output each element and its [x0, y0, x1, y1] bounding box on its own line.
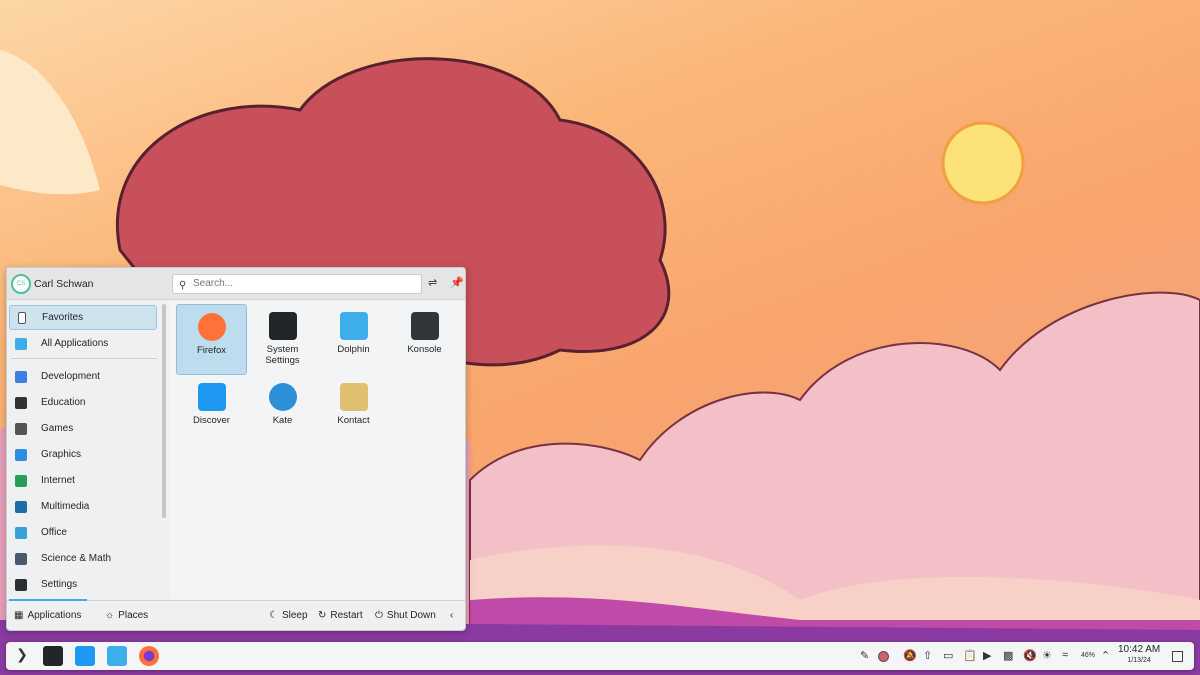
menu-header: CS Carl Schwan ⚲ Search... ⇌ 📌	[7, 268, 465, 300]
battery-indicator[interactable]: 46%	[1081, 652, 1095, 659]
sidebar-item-development[interactable]: Development	[9, 364, 157, 389]
taskbar-dolphin-icon[interactable]	[107, 646, 127, 666]
sidebar-item-favorites[interactable]: Favorites	[9, 305, 157, 330]
category-icon	[15, 396, 27, 409]
sidebar-item-education[interactable]: Education	[9, 390, 157, 415]
sidebar-item-graphics[interactable]: Graphics	[9, 442, 157, 467]
sidebar-item-settings[interactable]: Settings	[9, 572, 157, 597]
vault-icon[interactable]: ▩	[1003, 649, 1013, 662]
media-player-icon[interactable]: ▶	[983, 649, 991, 662]
app-tile-system-settings[interactable]: System Settings	[247, 304, 318, 375]
category-icon	[18, 311, 26, 324]
app-tile-kontact[interactable]: Kontact	[318, 375, 389, 446]
category-icon	[15, 578, 27, 591]
sleep-icon: ☾	[269, 610, 278, 621]
taskbar-discover-icon[interactable]	[75, 646, 95, 666]
tab-applications[interactable]: ▦ Applications	[14, 610, 81, 621]
category-icon	[15, 422, 27, 435]
application-launcher-menu: CS Carl Schwan ⚲ Search... ⇌ 📌 Favorites A…	[6, 267, 466, 631]
sidebar-item-internet[interactable]: Internet	[9, 468, 157, 493]
active-tab-indicator	[9, 599, 87, 601]
sidebar-item-science-math[interactable]: Science & Math	[9, 546, 157, 571]
category-icon	[15, 474, 27, 487]
compass-icon: ☼	[105, 610, 115, 621]
app-tile-discover[interactable]: Discover	[176, 375, 247, 446]
search-icon: ⚲	[179, 280, 187, 291]
search-input[interactable]: ⚲ Search...	[172, 274, 422, 294]
user-avatar[interactable]: CS	[11, 274, 31, 294]
app-tile-kate[interactable]: Kate	[247, 375, 318, 446]
category-icon	[15, 552, 27, 565]
app-tile-firefox[interactable]: Firefox	[176, 304, 247, 375]
volume-muted-icon[interactable]: 🔇	[1023, 649, 1037, 662]
category-icon	[15, 448, 27, 461]
category-icon	[15, 337, 27, 350]
sleep-button[interactable]: ☾ Sleep	[269, 610, 308, 621]
clipboard-icon[interactable]: 📋	[963, 649, 977, 662]
terminal-icon[interactable]: ▭	[943, 649, 953, 662]
record-icon[interactable]	[878, 651, 889, 662]
category-sidebar: Favorites All Applications Development Educ…	[7, 301, 162, 599]
configure-icon[interactable]: ⇌	[428, 276, 437, 289]
app-tile-dolphin[interactable]: Dolphin	[318, 304, 389, 375]
app-tile-konsole[interactable]: Konsole	[389, 304, 460, 375]
tab-places[interactable]: ☼ Places	[105, 610, 148, 621]
system-settings-icon	[268, 312, 297, 340]
category-icon	[15, 370, 27, 383]
show-desktop-icon[interactable]	[1172, 651, 1183, 662]
kontact-icon	[339, 383, 368, 411]
digital-clock[interactable]: 10:42 AM 1/13/24	[1118, 645, 1160, 666]
sidebar-scrollbar[interactable]	[162, 304, 166, 518]
sidebar-item-games[interactable]: Games	[9, 416, 157, 441]
menu-footer: ▦ Applications ☼ Places ☾ Sleep ↻ Restart ⏻ S…	[7, 599, 465, 631]
app-launcher-icon[interactable]: ❯	[12, 646, 32, 666]
pen-icon[interactable]: ✎	[860, 649, 869, 662]
sidebar-separator	[11, 358, 157, 359]
notifications-muted-icon[interactable]: 🔕	[903, 649, 917, 662]
dolphin-icon	[339, 312, 368, 340]
grid-icon: ▦	[14, 610, 24, 621]
pin-icon[interactable]: 📌	[450, 276, 464, 289]
more-options-icon[interactable]: ‹	[450, 610, 453, 621]
sidebar-item-office[interactable]: Office	[9, 520, 157, 545]
wifi-icon[interactable]: ≈	[1062, 649, 1068, 661]
category-icon	[15, 526, 27, 539]
taskbar-panel: ❯ ✎ 🔕 ⇧ ▭ 📋 ▶ ▩ 🔇 ☀ ≈ 46% ⌃ 10:42 AM 1/13…	[6, 642, 1194, 670]
sidebar-item-all-applications[interactable]: All Applications	[9, 331, 157, 356]
category-icon	[15, 500, 27, 513]
expand-tray-icon[interactable]: ⌃	[1101, 649, 1110, 662]
favorites-grid: Firefox System Settings Dolphin Konsole Disc…	[170, 301, 465, 599]
power-icon: ⏻	[375, 610, 383, 621]
restart-icon: ↻	[318, 610, 327, 621]
konsole-icon	[410, 312, 439, 340]
taskbar-firefox-icon[interactable]	[139, 646, 159, 666]
taskbar-system-settings-icon[interactable]	[43, 646, 63, 666]
discover-icon	[197, 383, 226, 411]
kate-icon	[268, 383, 297, 411]
restart-button[interactable]: ↻ Restart	[318, 610, 363, 621]
user-name: Carl Schwan	[34, 278, 94, 290]
brightness-icon[interactable]: ☀	[1042, 649, 1052, 662]
sidebar-item-multimedia[interactable]: Multimedia	[9, 494, 157, 519]
updates-icon[interactable]: ⇧	[923, 649, 932, 662]
firefox-icon	[197, 313, 226, 341]
shutdown-button[interactable]: ⏻ Shut Down	[375, 610, 436, 621]
